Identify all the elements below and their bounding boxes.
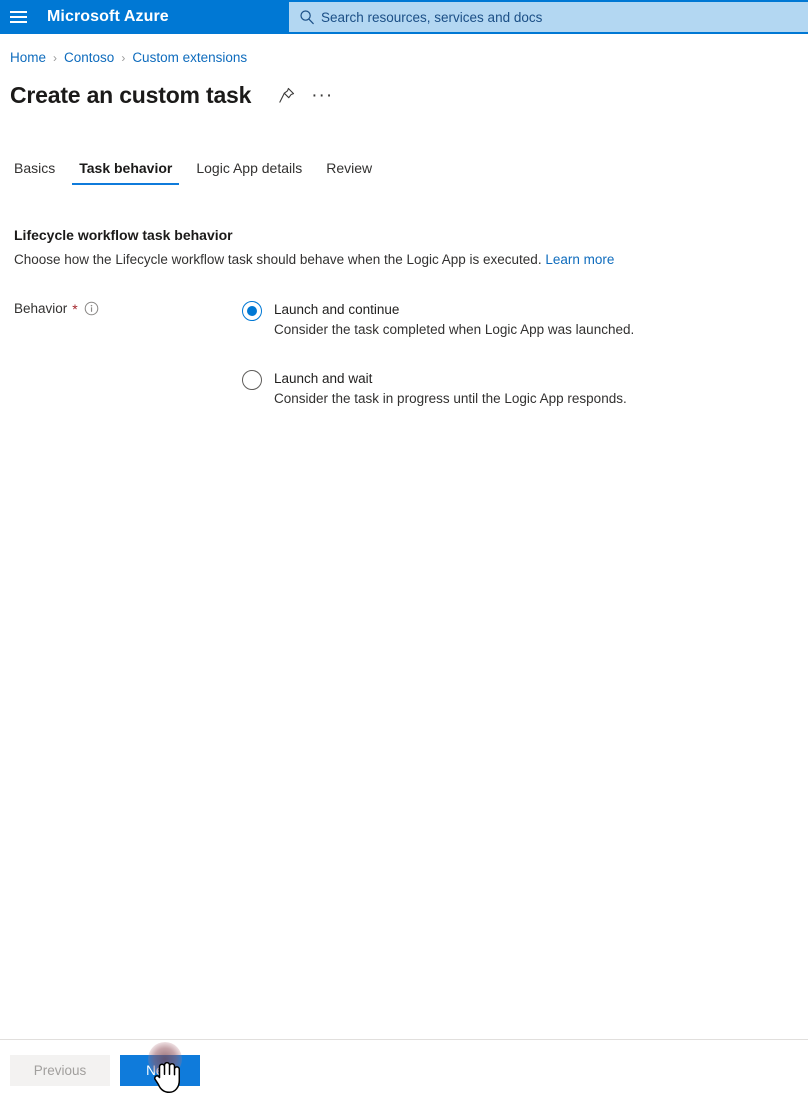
required-asterisk: * (72, 300, 78, 317)
hamburger-line (9, 16, 27, 18)
wizard-tabs: Basics Task behavior Logic App details R… (10, 160, 384, 185)
tab-label: Task behavior (79, 160, 173, 176)
azure-top-bar: Microsoft Azure Search resources, servic… (0, 0, 808, 34)
hamburger-menu-icon[interactable] (0, 0, 36, 34)
radio-option-title: Launch and wait (274, 371, 373, 386)
previous-button[interactable]: Previous (10, 1055, 110, 1086)
breadcrumb-item-contoso[interactable]: Contoso (64, 50, 114, 65)
tab-review[interactable]: Review (314, 160, 384, 185)
radio-mark-unselected-icon (242, 370, 262, 390)
radio-option-launch-and-wait[interactable]: Launch and wait Consider the task in pro… (242, 369, 634, 409)
hamburger-line (9, 21, 27, 23)
tab-label: Basics (14, 160, 56, 176)
tab-label: Review (326, 160, 373, 176)
hamburger-line (9, 11, 27, 13)
field-label-text: Behavior (14, 301, 68, 316)
info-circle-icon[interactable] (84, 301, 99, 316)
tab-logic-app-details[interactable]: Logic App details (184, 160, 314, 185)
page-title: Create an custom task (10, 82, 252, 108)
breadcrumb-item-home[interactable]: Home (10, 50, 46, 65)
breadcrumb: Home › Contoso › Custom extensions (10, 50, 247, 65)
wizard-footer: Previous Next (0, 1040, 808, 1100)
section-description-text: Choose how the Lifecycle workflow task s… (14, 252, 542, 267)
search-input-placeholder: Search resources, services and docs (321, 9, 543, 25)
breadcrumb-separator-icon: › (53, 50, 58, 65)
pin-icon (279, 87, 294, 103)
more-options-button[interactable]: ··· (309, 83, 335, 109)
tab-label: Logic App details (196, 160, 303, 176)
ellipsis-icon: ··· (311, 84, 334, 106)
radio-option-description: Consider the task completed when Logic A… (274, 322, 635, 337)
behavior-field-label: Behavior * (14, 301, 99, 316)
breadcrumb-item-custom-extensions[interactable]: Custom extensions (132, 50, 247, 65)
radio-option-texts: Launch and continue Consider the task co… (274, 300, 634, 340)
next-button[interactable]: Next (120, 1055, 200, 1086)
section-description: Choose how the Lifecycle workflow task s… (14, 252, 614, 267)
radio-option-title: Launch and continue (274, 302, 400, 317)
radio-option-description: Consider the task in progress until the … (274, 391, 627, 406)
pin-button[interactable] (273, 83, 299, 109)
global-search-box[interactable]: Search resources, services and docs (289, 2, 808, 32)
radio-option-launch-and-continue[interactable]: Launch and continue Consider the task co… (242, 300, 634, 340)
radio-mark-selected-icon (242, 301, 262, 321)
tab-task-behavior[interactable]: Task behavior (67, 160, 184, 185)
breadcrumb-separator-icon: › (121, 50, 126, 65)
radio-option-texts: Launch and wait Consider the task in pro… (274, 369, 627, 409)
brand-title[interactable]: Microsoft Azure (47, 8, 169, 26)
section-heading: Lifecycle workflow task behavior (14, 227, 233, 243)
tab-basics[interactable]: Basics (10, 160, 67, 185)
page-header: Create an custom task ··· (10, 82, 335, 109)
behavior-radio-group: Launch and continue Consider the task co… (242, 300, 634, 438)
search-icon (300, 10, 314, 25)
learn-more-link[interactable]: Learn more (545, 252, 614, 267)
